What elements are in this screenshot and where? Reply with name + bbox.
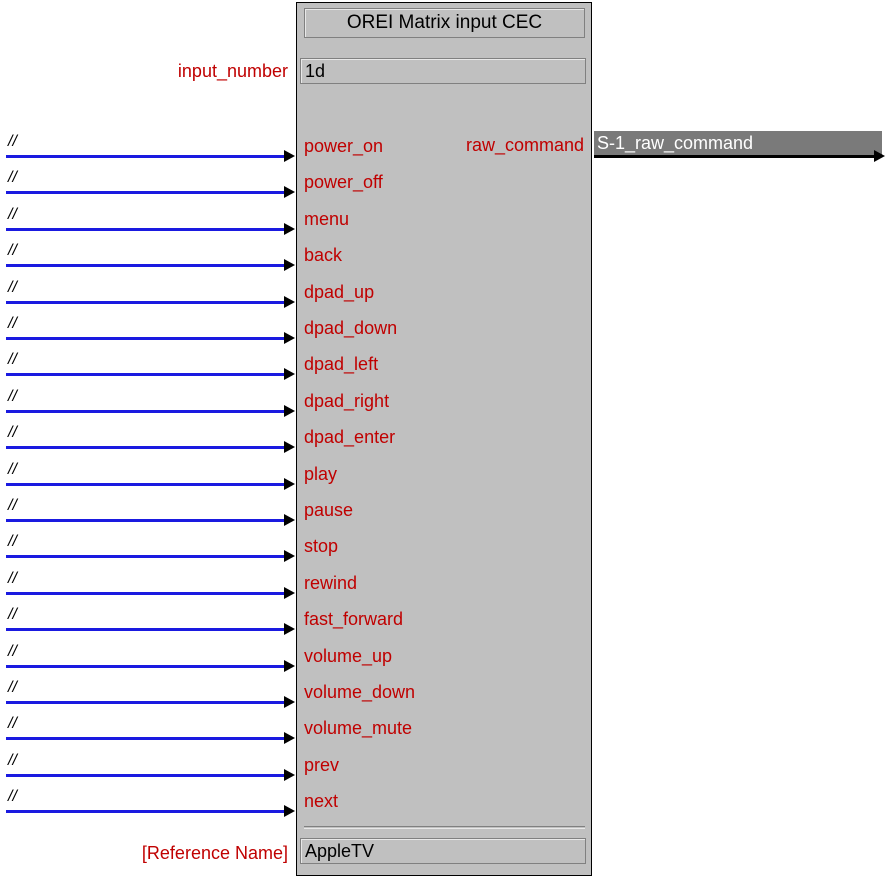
input-arrow-icon <box>284 368 295 381</box>
input-label-dpad-down: dpad_down <box>304 318 398 338</box>
input-wire <box>6 227 284 231</box>
input-arrow-icon <box>284 404 295 417</box>
input-wire <box>6 737 284 741</box>
input-arrow-icon <box>284 586 295 599</box>
input-label-fast-forward: fast_forward <box>304 609 404 630</box>
input-arrow-icon <box>284 550 295 563</box>
input-signal-dpad-right[interactable]: // <box>8 388 17 406</box>
input-arrow-icon <box>284 441 295 454</box>
input-wire <box>6 264 284 268</box>
input-signal-dpad-up[interactable]: // <box>8 279 17 297</box>
module-title: OREI Matrix input CEC <box>304 8 585 38</box>
input-wire <box>6 591 284 595</box>
input-label-rewind: rewind <box>304 572 358 593</box>
input-arrow-icon <box>284 768 295 781</box>
input-label-volume-down: volume_down <box>304 682 416 702</box>
input-arrow-icon <box>284 805 295 818</box>
input-arrow-icon <box>284 659 295 672</box>
input-label-play: play <box>304 463 338 484</box>
output-signal-raw-command[interactable]: S-1_raw_command <box>594 131 882 156</box>
input-signal-dpad-left[interactable]: // <box>8 351 17 369</box>
input-wire <box>6 555 284 559</box>
input-wire <box>6 191 284 195</box>
input-arrow-icon <box>284 150 295 162</box>
input-label-dpad-enter: dpad_enter <box>304 427 396 448</box>
input-arrow-icon <box>284 732 295 745</box>
input-wire <box>6 664 284 668</box>
output-label-raw-command: raw_command <box>465 135 584 155</box>
param-label-reference-name: [Reference Name] <box>141 843 288 863</box>
input-label-dpad-left: dpad_left <box>304 354 379 375</box>
input-arrow-icon <box>284 623 295 636</box>
input-signal-fast-forward[interactable]: // <box>8 606 17 624</box>
input-arrow-icon <box>284 332 295 344</box>
input-wire <box>6 300 284 304</box>
input-label-dpad-right: dpad_right <box>304 390 390 411</box>
input-arrow-icon <box>284 477 295 490</box>
input-wire <box>6 409 284 413</box>
input-signal-stop[interactable]: // <box>8 533 17 551</box>
input-label-prev: prev <box>304 754 340 775</box>
input-arrow-icon <box>284 514 295 526</box>
input-label-dpad-up: dpad_up <box>304 281 375 302</box>
input-arrow-icon <box>284 295 295 308</box>
input-signal-prev[interactable]: // <box>8 752 17 770</box>
input-signal-next[interactable]: // <box>8 788 17 806</box>
input-signal-menu[interactable]: // <box>8 206 17 224</box>
input-signal-power-off[interactable]: // <box>8 169 17 187</box>
input-wire <box>6 701 284 704</box>
input-arrow-icon <box>284 186 295 199</box>
input-label-volume-mute: volume_mute <box>304 718 413 739</box>
input-wire <box>6 519 284 522</box>
input-wire <box>6 155 284 158</box>
param-field-reference-name[interactable]: AppleTV <box>300 838 586 864</box>
input-signal-power-on[interactable]: // <box>8 133 17 151</box>
input-signal-back[interactable]: // <box>8 242 17 260</box>
input-signal-play[interactable]: // <box>8 461 17 479</box>
input-signal-volume-down[interactable]: // <box>8 679 17 697</box>
param-field-input-number[interactable]: 1d <box>300 58 586 84</box>
input-wire <box>6 628 284 632</box>
output-wire <box>594 155 876 158</box>
input-signal-volume-up[interactable]: // <box>8 643 17 661</box>
input-label-menu: menu <box>304 208 350 229</box>
input-signal-dpad-enter[interactable]: // <box>8 424 17 442</box>
input-label-back: back <box>304 245 343 266</box>
input-wire <box>6 337 284 340</box>
input-wire <box>6 773 284 777</box>
param-divider <box>304 826 585 829</box>
input-signal-volume-mute[interactable]: // <box>8 715 17 733</box>
input-signal-pause[interactable]: // <box>8 497 17 515</box>
input-wire <box>6 446 284 450</box>
input-arrow-icon <box>284 696 295 708</box>
input-label-pause: pause <box>304 500 354 520</box>
input-wire <box>6 810 284 814</box>
input-label-power-off: power_off <box>304 172 383 193</box>
input-wire <box>6 482 284 486</box>
input-label-stop: stop <box>304 536 339 557</box>
input-arrow-icon <box>284 222 295 235</box>
param-label-input-number: input_number <box>177 61 288 81</box>
input-label-next: next <box>304 791 339 812</box>
output-arrow-icon <box>874 150 885 162</box>
input-signal-rewind[interactable]: // <box>8 570 17 588</box>
input-arrow-icon <box>284 259 295 272</box>
input-label-volume-up: volume_up <box>304 645 393 666</box>
input-label-power-on: power_on <box>304 136 384 156</box>
input-wire <box>6 373 284 377</box>
input-signal-dpad-down[interactable]: // <box>8 315 17 333</box>
